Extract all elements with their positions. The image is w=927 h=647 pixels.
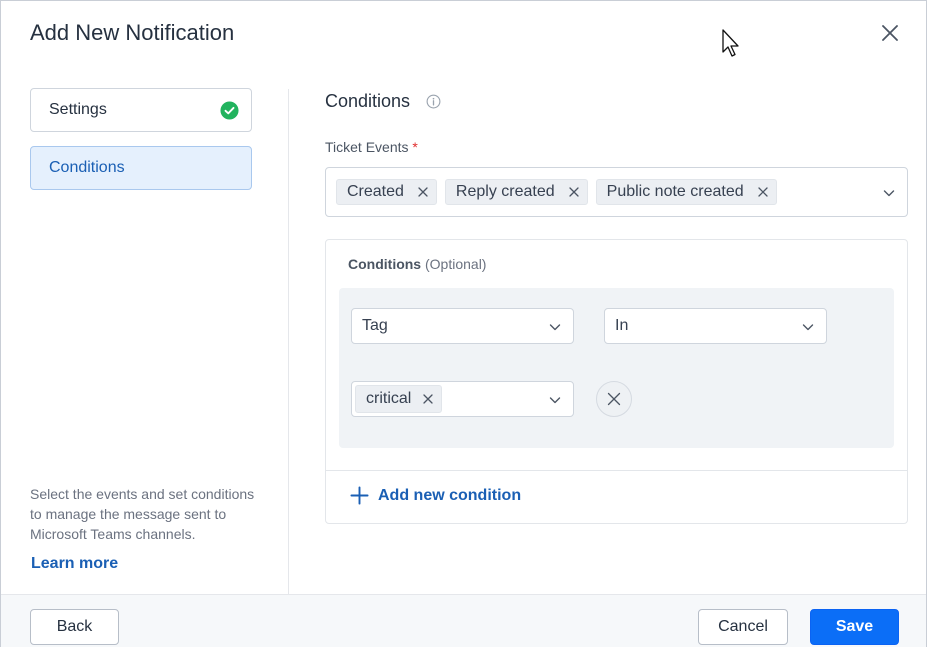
event-chip: Created [336, 179, 437, 205]
ticket-events-multiselect[interactable]: Created Reply created Public note create… [325, 167, 908, 217]
close-icon [607, 392, 621, 406]
selected-operator: In [615, 317, 629, 334]
event-chip: Public note created [595, 179, 777, 205]
close-icon [882, 25, 898, 41]
selected-field: Tag [362, 317, 388, 334]
remove-chip-icon[interactable] [423, 394, 433, 404]
ticket-events-label: Ticket Events * [325, 139, 418, 155]
save-button[interactable]: Save [810, 609, 899, 645]
value-chip: critical [355, 385, 443, 413]
remove-chip-icon[interactable] [418, 187, 428, 197]
condition-value-multiselect[interactable]: critical [351, 381, 574, 417]
chevron-down-icon [549, 324, 561, 331]
sidebar-item-label: Settings [49, 101, 107, 118]
info-icon[interactable] [426, 94, 441, 109]
cancel-button[interactable]: Cancel [698, 609, 788, 645]
help-text: Select the events and set conditions to … [30, 486, 255, 542]
close-button[interactable] [878, 21, 902, 45]
condition-row: Tag In critical [339, 288, 894, 448]
remove-condition-button[interactable] [596, 381, 632, 417]
sidebar-item-conditions[interactable]: Conditions [30, 146, 252, 190]
remove-chip-icon[interactable] [568, 187, 579, 197]
event-chip-label: Created [347, 183, 404, 200]
dialog-title: Add New Notification [30, 20, 235, 45]
event-chip-label: Public note created [606, 183, 744, 200]
chevron-down-icon [802, 324, 814, 331]
add-condition-button[interactable]: Add new condition [350, 486, 521, 505]
sidebar-item-label: Conditions [49, 159, 125, 176]
section-title: Conditions [325, 91, 411, 111]
chevron-down-icon [549, 397, 561, 404]
optional-label: (Optional) [425, 256, 487, 272]
back-button[interactable]: Back [30, 609, 119, 645]
remove-chip-icon[interactable] [757, 187, 768, 197]
required-marker: * [412, 139, 418, 155]
add-notification-dialog: Add New Notification Settings Conditions… [0, 0, 927, 647]
card-divider [326, 470, 907, 471]
condition-field-select[interactable]: Tag [351, 308, 574, 344]
condition-operator-select[interactable]: In [604, 308, 827, 344]
event-chip: Reply created [444, 179, 588, 205]
event-chip-label: Reply created [455, 183, 555, 200]
ticket-events-label-text: Ticket Events [325, 139, 409, 155]
plus-icon [350, 486, 369, 505]
add-condition-label: Add new condition [378, 486, 522, 504]
vertical-divider [288, 89, 289, 594]
conditions-card: Conditions (Optional) Tag In critical Ad… [325, 239, 908, 524]
chevron-down-icon[interactable] [883, 187, 895, 199]
check-circle-icon [220, 101, 239, 120]
sidebar-item-settings[interactable]: Settings [30, 88, 252, 132]
dialog-footer: Back Cancel Save [1, 594, 926, 647]
conditions-label-text: Conditions [348, 256, 422, 272]
learn-more-link[interactable]: Learn more [31, 555, 118, 573]
conditions-label: Conditions (Optional) [348, 256, 486, 272]
value-chip-label: critical [366, 390, 412, 407]
mouse-pointer-icon [722, 29, 739, 57]
